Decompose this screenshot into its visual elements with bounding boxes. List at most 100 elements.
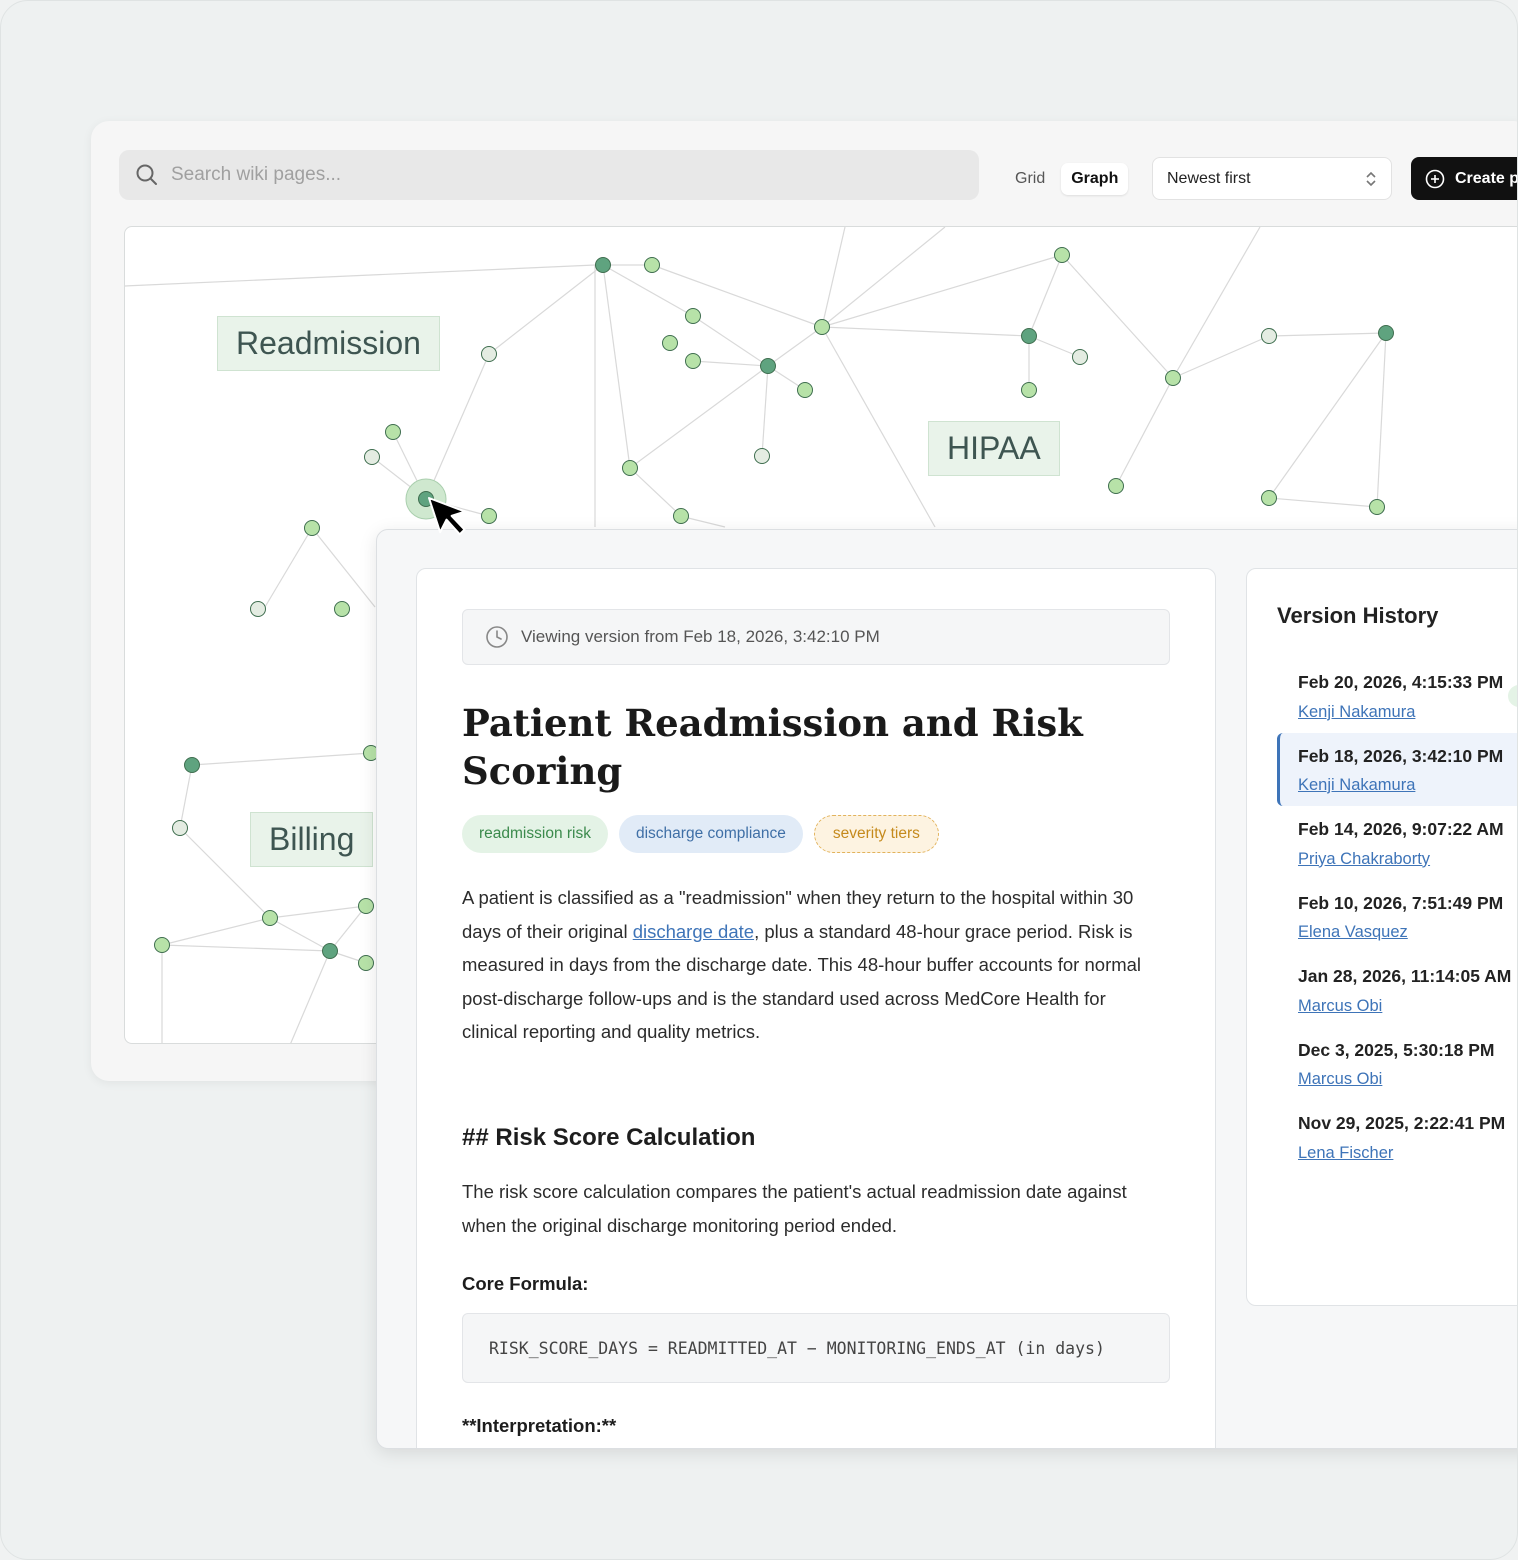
tag-severity-tiers[interactable]: severity tiers <box>813 815 939 853</box>
version-item-selected[interactable]: Feb 18, 2026, 3:42:10 PM Kenji Nakamura <box>1277 732 1517 806</box>
search-input[interactable] <box>171 164 871 186</box>
graph-edge <box>161 917 271 946</box>
graph-node[interactable] <box>322 943 338 959</box>
graph-edge <box>1115 377 1174 487</box>
graph-node[interactable] <box>1021 382 1037 398</box>
graph-edge <box>1376 332 1387 508</box>
graph-edge <box>269 917 331 952</box>
graph-node[interactable] <box>797 382 813 398</box>
graph-node[interactable] <box>644 257 660 273</box>
cluster-label-readmission[interactable]: Readmission <box>217 316 440 371</box>
graph-edge <box>1028 335 1081 358</box>
graph-node[interactable] <box>595 257 611 273</box>
graph-edge <box>311 527 376 608</box>
version-item[interactable]: Feb 10, 2026, 7:51:49 PM Elena Vasquez <box>1277 880 1517 954</box>
graph-node[interactable] <box>1072 349 1088 365</box>
section-heading: ## Risk Score Calculation <box>462 1124 756 1151</box>
graph-node[interactable] <box>685 308 701 324</box>
version-date: Feb 10, 2026, 7:51:49 PM <box>1298 892 1504 913</box>
graph-node[interactable] <box>754 448 770 464</box>
graph-node[interactable] <box>154 937 170 953</box>
graph-node[interactable] <box>1165 370 1181 386</box>
grid-view-button[interactable]: Grid <box>1005 163 1055 195</box>
graph-node[interactable] <box>1369 499 1385 515</box>
graph-node[interactable] <box>364 449 380 465</box>
version-history-list: Feb 20, 2026, 4:15:33 PM Kenji Nakamura … <box>1277 659 1517 1174</box>
version-item[interactable]: Feb 14, 2026, 9:07:22 AM Priya Chakrabor… <box>1277 806 1517 880</box>
graph-edge <box>290 950 331 1043</box>
graph-view-button[interactable]: Graph <box>1061 163 1129 195</box>
graph-node[interactable] <box>172 820 188 836</box>
graph-node[interactable] <box>1261 490 1277 506</box>
graph-node[interactable] <box>673 508 689 524</box>
search-bar[interactable] <box>119 150 979 200</box>
cluster-label-billing[interactable]: Billing <box>250 812 374 867</box>
section-paragraph: The risk score calculation compares the … <box>462 1181 1127 1236</box>
create-page-label: Create p <box>1455 169 1518 187</box>
version-author-link[interactable]: Priya Chakraborty <box>1298 848 1517 870</box>
version-item[interactable]: Jan 28, 2026, 11:14:05 AM Marcus Obi <box>1277 953 1517 1027</box>
chevron-updown-icon <box>1366 171 1376 186</box>
graph-edge <box>629 365 769 469</box>
graph-node[interactable] <box>1108 478 1124 494</box>
graph-edge <box>125 264 596 287</box>
version-item[interactable]: Feb 20, 2026, 4:15:33 PM Kenji Nakamura <box>1277 659 1517 733</box>
graph-edge <box>629 467 682 517</box>
graph-node[interactable] <box>662 335 678 351</box>
version-banner-text: Viewing version from Feb 18, 2026, 3:42:… <box>521 627 880 646</box>
graph-node[interactable] <box>1054 247 1070 263</box>
tag-readmission-risk[interactable]: readmission risk <box>462 815 608 853</box>
graph-edge <box>602 264 694 317</box>
graph-node[interactable] <box>184 757 200 773</box>
graph-edge <box>821 326 936 528</box>
graph-node[interactable] <box>685 353 701 369</box>
graph-node[interactable] <box>814 319 830 335</box>
version-item[interactable]: Dec 3, 2025, 5:30:18 PM Marcus Obi <box>1277 1027 1517 1101</box>
graph-edge <box>767 326 823 367</box>
graph-node[interactable] <box>481 508 497 524</box>
graph-node[interactable] <box>1261 328 1277 344</box>
mouse-cursor-icon <box>428 497 466 536</box>
version-item[interactable]: Nov 29, 2025, 2:22:41 PM Lena Fischer <box>1277 1100 1517 1174</box>
graph-node[interactable] <box>304 520 320 536</box>
version-banner: Viewing version from Feb 18, 2026, 3:42:… <box>462 609 1170 665</box>
graph-node[interactable] <box>334 601 350 617</box>
version-author-link[interactable]: Lena Fischer <box>1298 1142 1517 1164</box>
version-author-link[interactable]: Kenji Nakamura <box>1298 774 1517 796</box>
graph-node[interactable] <box>481 346 497 362</box>
search-icon <box>136 164 157 185</box>
version-date: Feb 20, 2026, 4:15:33 PM <box>1298 672 1504 692</box>
graph-node[interactable] <box>385 424 401 440</box>
graph-edge <box>264 527 313 608</box>
graph-node[interactable] <box>262 910 278 926</box>
graph-node[interactable] <box>358 955 374 971</box>
tag-discharge-compliance[interactable]: discharge compliance <box>618 815 803 853</box>
version-author-link[interactable]: Marcus Obi <box>1298 995 1517 1017</box>
graph-node[interactable] <box>358 898 374 914</box>
version-date: Feb 18, 2026, 3:42:10 PM <box>1298 745 1504 766</box>
sort-select[interactable]: Newest first <box>1152 157 1392 200</box>
version-author-link[interactable]: Kenji Nakamura <box>1298 701 1517 723</box>
graph-edge <box>821 227 946 328</box>
create-page-button[interactable]: Create p <box>1411 157 1518 200</box>
graph-node[interactable] <box>1021 328 1037 344</box>
graph-node[interactable] <box>1378 325 1394 341</box>
graph-edge <box>191 752 372 766</box>
version-author-link[interactable]: Marcus Obi <box>1298 1068 1517 1090</box>
graph-edge <box>821 254 1063 328</box>
graph-node[interactable] <box>760 358 776 374</box>
graph-edge <box>761 365 769 457</box>
formula-code-block: RISK_SCORE_DAYS = READMITTED_AT − MONITO… <box>462 1313 1170 1383</box>
discharge-date-link[interactable]: discharge date <box>633 921 754 942</box>
graph-edge <box>1268 332 1387 499</box>
graph-node[interactable] <box>622 460 638 476</box>
graph-node[interactable] <box>250 601 266 617</box>
plus-circle-icon <box>1425 169 1445 188</box>
cluster-label-hipaa[interactable]: HIPAA <box>928 421 1060 476</box>
graph-edge <box>1268 497 1378 508</box>
graph-edge <box>1172 335 1270 379</box>
interpretation-heading: **Interpretation:** <box>462 1415 617 1436</box>
graph-edge <box>161 944 331 952</box>
version-author-link[interactable]: Elena Vasquez <box>1298 921 1517 943</box>
intro-paragraph: A patient is classified as a "readmissio… <box>462 881 1162 1049</box>
